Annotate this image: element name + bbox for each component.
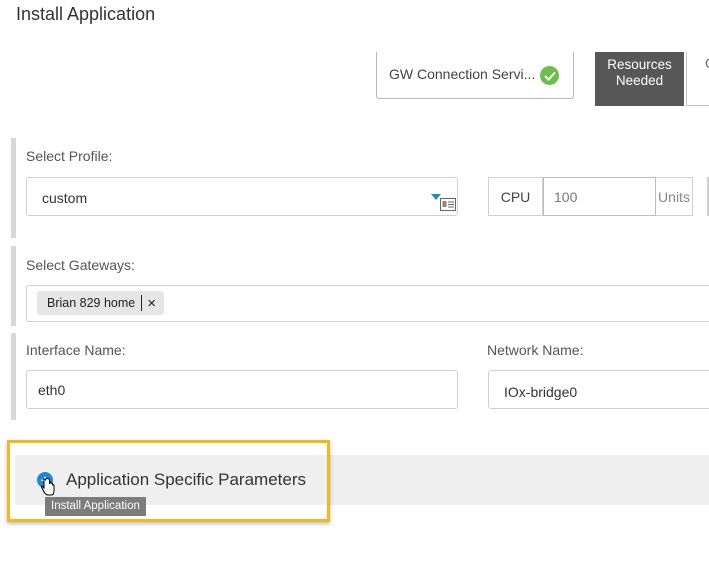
tab-next-label: C <box>705 56 709 71</box>
interface-name-value: eth0 <box>38 382 66 398</box>
tab-gw-connection[interactable]: GW Connection Servi... <box>376 52 574 99</box>
interface-name-input[interactable]: eth0 <box>26 370 458 409</box>
remove-icon[interactable]: × <box>147 296 156 311</box>
cpu-label: CPU <box>489 178 543 215</box>
network-name-label: Network Name: <box>487 342 584 358</box>
profile-select-value: custom <box>42 190 88 206</box>
cpu-field: CPU 100 Units <box>488 177 693 216</box>
select-gateways-label: Select Gateways: <box>26 257 135 273</box>
page-title: Install Application <box>16 4 156 24</box>
highlight-box <box>7 440 330 522</box>
section-rail <box>11 333 16 420</box>
section-rail <box>11 138 16 238</box>
check-circle-icon <box>540 66 559 85</box>
section-rail <box>11 246 16 326</box>
tab-resources-label-line1: Resources <box>607 57 672 72</box>
select-profile-label: Select Profile: <box>26 148 113 164</box>
tab-resources-label-line2: Needed <box>615 73 664 88</box>
profile-select[interactable]: custom <box>26 177 458 216</box>
chip-separator <box>141 295 143 311</box>
tab-gw-connection-label: GW Connection Servi... <box>389 66 536 82</box>
id-card-icon <box>440 198 456 214</box>
network-name-value: IOx-bridge0 <box>504 384 578 400</box>
cpu-input[interactable]: 100 <box>543 177 656 216</box>
network-name-input[interactable]: IOx-bridge0 <box>488 370 709 409</box>
gateway-chip: Brian 829 home × <box>37 291 165 315</box>
interface-name-label: Interface Name: <box>26 342 126 358</box>
tab-next[interactable]: C <box>686 52 709 106</box>
gateway-chip-label: Brian 829 home <box>47 296 136 310</box>
tab-resources-needed[interactable]: Resources Needed <box>595 52 684 106</box>
cpu-unit: Units <box>658 188 690 205</box>
